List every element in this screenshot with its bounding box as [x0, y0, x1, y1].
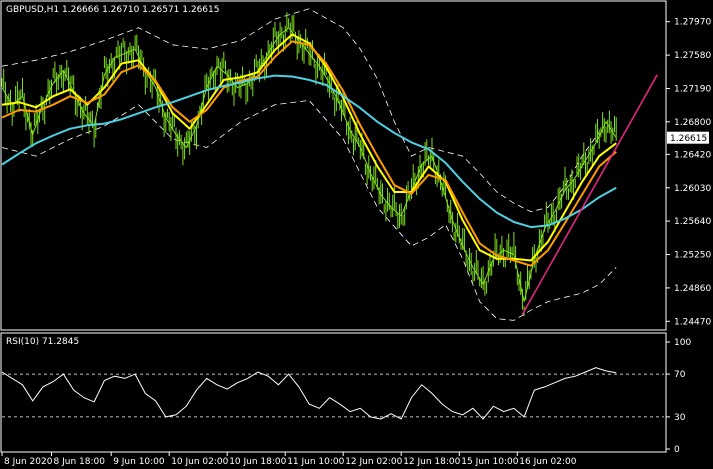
current-price-tag: 1.26615 [667, 131, 709, 144]
rsi-y-axis: 100 70 30 0 [666, 338, 691, 455]
x-tick-label: 10 Jun 18:00 [229, 457, 286, 467]
x-tick-label: 11 Jun 10:00 [287, 457, 344, 467]
rsi-label: RSI(10) 71.2845 [6, 337, 79, 347]
main-y-tick-label: 1.27580 [674, 51, 711, 61]
rsi-y-tick-label: 30 [674, 413, 686, 423]
chart-root: 1.27970 1.27580 1.27190 1.26800 1.26420 1.260… [0, 0, 711, 467]
main-y-axis: 1.27970 1.27580 1.27190 1.26800 1.26420 1.260… [666, 18, 711, 327]
rsi-panel[interactable]: 100 70 30 0 RSI(10) 71.2845 [0, 332, 691, 455]
main-y-tick-label: 1.25640 [674, 217, 711, 227]
x-tick-label: 15 Jun 10:00 [461, 457, 518, 467]
rsi-y-tick-label: 70 [674, 370, 686, 380]
x-tick-label: 8 Jun 2020 [4, 457, 53, 467]
x-tick-label: 12 Jun 02:00 [345, 457, 402, 467]
rsi-y-tick-label: 0 [674, 445, 680, 455]
x-tick-label: 9 Jun 10:00 [113, 457, 165, 467]
main-y-tick-label: 1.26030 [674, 184, 711, 194]
x-tick-label: 16 Jun 02:00 [519, 457, 576, 467]
main-y-tick-label: 1.24470 [674, 317, 711, 327]
main-y-tick-label: 1.26800 [674, 118, 711, 128]
symbol-header: GBPUSD,H1 1.26666 1.26710 1.26571 1.2661… [6, 5, 219, 15]
x-tick-label: 8 Jun 18:00 [54, 457, 106, 467]
x-tick-label: 10 Jun 02:00 [171, 457, 228, 467]
rsi-y-tick-label: 100 [674, 338, 691, 348]
main-y-tick-label: 1.26420 [674, 150, 711, 160]
main-y-tick-label: 1.24860 [674, 284, 711, 294]
main-y-tick-label: 1.25250 [674, 251, 711, 261]
time-axis: 8 Jun 2020 8 Jun 18:00 9 Jun 10:00 10 Jun 0… [1, 452, 577, 467]
x-tick-label: 12 Jun 18:00 [403, 457, 460, 467]
main-panel-frame [0, 0, 667, 331]
main-price-panel[interactable]: 1.27970 1.27580 1.27190 1.26800 1.26420 1.260… [0, 0, 711, 331]
main-y-tick-label: 1.27190 [674, 85, 711, 95]
main-y-tick-label: 1.27970 [674, 18, 711, 28]
rsi-panel-frame [0, 332, 667, 453]
current-price-label: 1.26615 [670, 134, 707, 144]
